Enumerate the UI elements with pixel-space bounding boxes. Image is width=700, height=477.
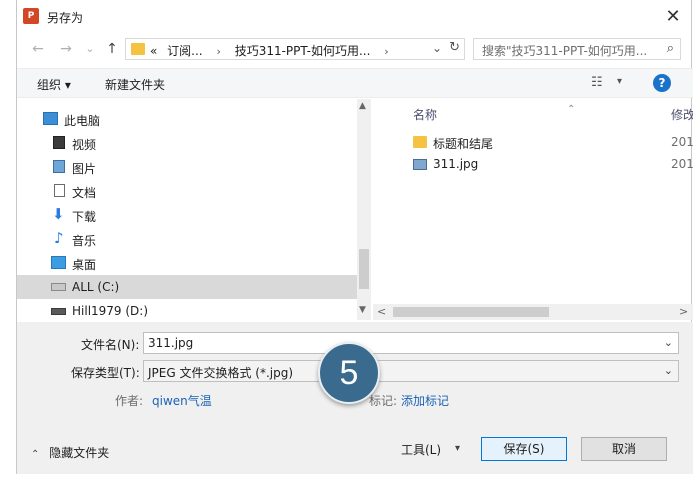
- nav-pane-scrollbar[interactable]: ▲ ▼: [357, 99, 371, 320]
- powerpoint-icon: P: [23, 8, 39, 24]
- tags-label: 标记:: [369, 394, 398, 408]
- help-icon[interactable]: ?: [653, 74, 671, 92]
- breadcrumb-separator-icon[interactable]: ›: [216, 45, 220, 58]
- nav-item-drive-c[interactable]: ALL (C:): [17, 275, 357, 299]
- file-list: 名称 ⌃ 修改日 标题和结尾 2016/ 311.jpg 2016/: [373, 99, 693, 304]
- scroll-up-icon[interactable]: ▲: [359, 101, 366, 111]
- forward-button[interactable]: →: [57, 40, 75, 58]
- tools-menu[interactable]: 工具(L): [401, 441, 441, 458]
- scroll-right-icon[interactable]: >: [679, 305, 688, 318]
- view-dropdown-icon[interactable]: ▾: [617, 76, 622, 87]
- pictures-folder-icon: [53, 160, 65, 173]
- nav-item-drive-d[interactable]: Hill1979 (D:): [17, 299, 357, 320]
- filename-value: 311.jpg: [148, 336, 194, 350]
- search-input[interactable]: 搜索"技巧311-PPT-如何巧用... ⌕: [473, 38, 681, 60]
- file-name: 标题和结尾: [433, 137, 494, 151]
- address-bar[interactable]: « 订阅... › 技巧311-PPT-如何巧用... › ⌄ ↻: [125, 38, 465, 60]
- nav-item-label: 文档: [72, 186, 97, 200]
- new-folder-button[interactable]: 新建文件夹: [105, 76, 165, 93]
- scrollbar-thumb[interactable]: [393, 307, 549, 317]
- breadcrumb-item-current[interactable]: 技巧311-PPT-如何巧用...: [235, 44, 371, 58]
- file-list-hscrollbar[interactable]: < >: [373, 304, 693, 320]
- documents-folder-icon: [54, 184, 65, 197]
- breadcrumb: « 订阅... › 技巧311-PPT-如何巧用... ›: [150, 42, 399, 59]
- nav-item-label: Hill1979 (D:): [72, 304, 149, 318]
- hide-folders-label: 隐藏文件夹: [49, 446, 110, 460]
- column-header-label: 名称: [413, 108, 438, 122]
- nav-item-label: 下载: [72, 210, 97, 224]
- file-name: 311.jpg: [433, 157, 479, 171]
- desktop-icon: [51, 256, 66, 269]
- breadcrumb-overflow[interactable]: «: [150, 44, 157, 58]
- file-type-label: 保存类型(T):: [71, 366, 140, 380]
- refresh-icon[interactable]: ↻: [449, 40, 460, 55]
- video-folder-icon: [53, 136, 65, 149]
- tools-dropdown-icon[interactable]: ▾: [455, 443, 460, 454]
- chevron-down-icon[interactable]: ⌄: [664, 336, 673, 349]
- music-note-icon: ♪: [54, 229, 64, 247]
- breadcrumb-item-subscriptions[interactable]: 订阅...: [167, 44, 202, 58]
- author-label: 作者:: [115, 394, 144, 408]
- nav-item-label: 图片: [72, 162, 97, 176]
- view-options-icon[interactable]: ☷: [591, 75, 603, 90]
- recent-locations-dropdown[interactable]: ⌄: [81, 40, 99, 58]
- nav-item-label: 音乐: [72, 234, 97, 248]
- chevron-up-icon: ⌃: [31, 449, 40, 460]
- nav-item-label: 视频: [72, 138, 97, 152]
- step-number-badge: 5: [318, 342, 380, 404]
- drive-icon: [51, 283, 66, 291]
- chevron-down-icon[interactable]: ⌄: [664, 364, 673, 377]
- file-row[interactable]: 311.jpg 2016/: [373, 154, 693, 176]
- command-toolbar: 组织 ▾ 新建文件夹 ☷ ▾ ?: [17, 68, 693, 98]
- title-bar: P 另存为 ✕: [17, 0, 693, 34]
- folder-icon: [413, 136, 427, 148]
- search-placeholder: 搜索"技巧311-PPT-如何巧用...: [482, 44, 648, 58]
- nav-item-label: 此电脑: [64, 114, 101, 128]
- nav-item-this-pc[interactable]: 此电脑: [17, 107, 357, 131]
- search-icon[interactable]: ⌕: [667, 41, 674, 56]
- author-field[interactable]: qiwen气温: [152, 392, 212, 409]
- nav-item-downloads[interactable]: ⬇ 下载: [17, 203, 357, 227]
- save-button[interactable]: 保存(S): [481, 437, 567, 461]
- scroll-down-icon[interactable]: ▼: [359, 305, 366, 315]
- cancel-button[interactable]: 取消: [581, 437, 667, 461]
- filename-input[interactable]: 311.jpg ⌄: [143, 332, 679, 354]
- breadcrumb-separator-icon[interactable]: ›: [384, 45, 388, 58]
- back-button[interactable]: ←: [29, 40, 47, 58]
- address-dropdown-icon[interactable]: ⌄: [432, 41, 442, 55]
- navigation-pane: 此电脑 视频 图片 文档 ⬇ 下载 ♪ 音乐 桌面 ALL (C:) Hill1…: [17, 99, 371, 320]
- sort-ascending-icon: ⌃: [567, 104, 576, 115]
- file-modified-date: 2016/: [671, 135, 693, 149]
- nav-item-pictures[interactable]: 图片: [17, 155, 357, 179]
- scroll-left-icon[interactable]: <: [377, 305, 386, 318]
- image-file-icon: [413, 159, 427, 170]
- nav-item-label: 桌面: [72, 258, 97, 272]
- nav-item-videos[interactable]: 视频: [17, 131, 357, 155]
- computer-icon: [43, 112, 58, 125]
- organize-menu[interactable]: 组织 ▾: [37, 76, 71, 93]
- folder-icon: [131, 43, 145, 55]
- filename-label: 文件名(N):: [81, 338, 140, 352]
- nav-item-music[interactable]: ♪ 音乐: [17, 227, 357, 251]
- file-type-value: JPEG 文件交换格式 (*.jpg): [148, 366, 294, 380]
- close-button[interactable]: ✕: [661, 5, 685, 29]
- column-header-modified[interactable]: 修改日: [671, 106, 693, 123]
- window-title: 另存为: [47, 11, 84, 25]
- up-folder-button[interactable]: ↑: [103, 40, 121, 58]
- nav-item-documents[interactable]: 文档: [17, 179, 357, 203]
- scrollbar-thumb[interactable]: [359, 249, 369, 289]
- file-modified-date: 2016/: [671, 157, 693, 171]
- tags-field[interactable]: 添加标记: [401, 392, 449, 409]
- hide-folders-toggle[interactable]: ⌃ 隐藏文件夹: [31, 444, 109, 461]
- file-type-select[interactable]: JPEG 文件交换格式 (*.jpg) ⌄: [143, 360, 679, 382]
- column-header-name[interactable]: 名称 ⌃: [413, 104, 575, 123]
- nav-item-desktop[interactable]: 桌面: [17, 251, 357, 275]
- nav-item-label: ALL (C:): [72, 280, 120, 294]
- downloads-arrow-icon: ⬇: [52, 205, 65, 223]
- file-row[interactable]: 标题和结尾 2016/: [373, 132, 693, 154]
- drive-icon: [51, 308, 66, 315]
